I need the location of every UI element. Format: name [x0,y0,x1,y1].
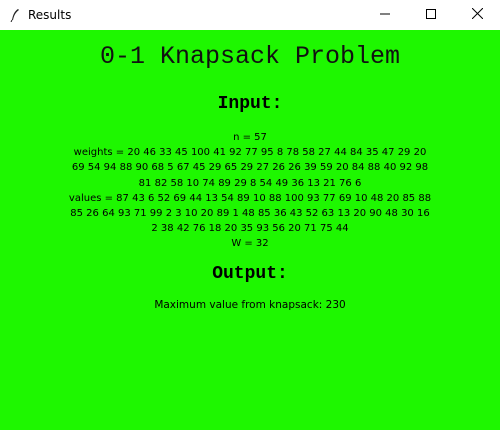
weights-line-1: weights = 20 46 33 45 100 41 92 77 95 8 … [73,147,427,159]
close-icon [471,6,483,24]
input-details: n = 57 weights = 20 46 33 45 100 41 92 7… [0,130,500,252]
page-title: 0-1 Knapsack Problem [99,42,401,71]
values-line-2: 85 26 64 93 71 99 2 3 10 20 89 1 48 85 3… [70,208,430,220]
minimize-icon [380,6,390,24]
window-title: Results [28,8,72,22]
input-title: Input: [217,94,283,114]
capacity-line: W = 32 [231,238,269,250]
n-line: n = 57 [233,132,267,143]
results-window: Results 0-1 Knapsack Problem Input: n = … [0,0,500,430]
feather-icon [8,7,22,23]
values-line-1: values = 87 43 6 52 69 44 13 54 89 10 88… [68,192,432,204]
results-content: 0-1 Knapsack Problem Input: n = 57 weigh… [0,30,500,430]
values-line-3: 2 38 42 76 18 20 35 93 56 20 71 75 44 [151,223,349,235]
output-title: Output: [212,264,288,284]
window-controls [362,0,500,30]
maximize-button[interactable] [408,0,454,30]
title-bar[interactable]: Results [0,0,500,30]
close-button[interactable] [454,0,500,30]
weights-line-3: 81 82 58 10 74 89 29 8 54 49 36 13 21 76… [138,177,362,189]
maximize-icon [426,6,436,24]
output-result: Maximum value from knapsack: 230 [154,299,346,311]
minimize-button[interactable] [362,0,408,30]
weights-line-2: 69 54 94 88 90 68 5 67 45 29 65 29 27 26… [71,162,429,174]
